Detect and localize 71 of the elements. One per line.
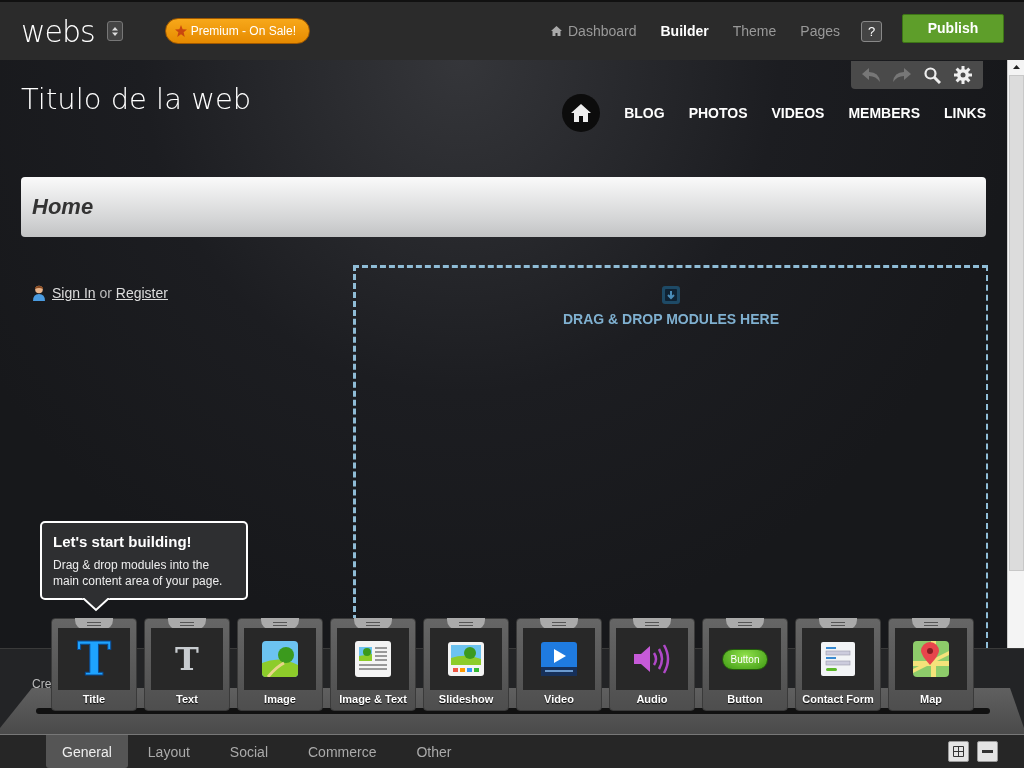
nav-tab[interactable]: Builder <box>660 23 709 39</box>
module-tile[interactable]: T Text <box>144 618 230 711</box>
module-label: Title <box>82 693 106 705</box>
site-title: Titulo de la web <box>21 82 252 116</box>
star-icon <box>174 25 187 37</box>
tooltip-text: Drag & drop modules into the main content area of your page. <box>53 557 224 589</box>
category-tab[interactable]: Social <box>209 735 288 768</box>
module-label: Button <box>727 693 763 705</box>
module-label: Map <box>920 693 942 705</box>
speaker-icon <box>632 643 672 675</box>
module-tile[interactable]: T Title <box>51 618 137 711</box>
scrollbar-thumb[interactable] <box>1008 75 1024 571</box>
user-icon <box>32 285 46 301</box>
nav-tab[interactable]: Theme <box>732 23 777 39</box>
search-icon[interactable] <box>924 66 942 84</box>
category-tab[interactable]: General <box>46 735 128 768</box>
module-label: Contact Form <box>802 693 874 705</box>
page-heading-banner: Home <box>21 177 986 237</box>
register-link[interactable]: Register <box>115 285 168 301</box>
tooltip-title: Let's start building! <box>53 533 193 550</box>
help-button[interactable]: ? <box>861 20 882 42</box>
home-icon <box>551 26 562 36</box>
scrollbar[interactable] <box>1007 60 1024 648</box>
module-tile[interactable]: Button Button <box>702 618 788 711</box>
category-tab[interactable]: Commerce <box>288 735 397 768</box>
module-label: Video <box>544 693 574 705</box>
map-pin-icon <box>913 641 949 677</box>
nav-tab[interactable]: Dashboard <box>551 23 637 39</box>
module-label: Slideshow <box>438 693 494 705</box>
category-tab[interactable]: Layout <box>127 735 210 768</box>
sign-in-text: Sign In or Register <box>52 285 168 301</box>
module-label: Text <box>176 693 198 705</box>
collapse-button[interactable] <box>977 741 998 763</box>
settings-icon[interactable] <box>954 66 973 84</box>
module-tile[interactable]: Image <box>237 618 323 711</box>
landscape-image-icon <box>262 641 298 677</box>
contact-form-icon <box>821 642 855 676</box>
drop-target-icon <box>661 285 681 305</box>
webs-logo[interactable]: webs <box>21 13 95 49</box>
menu-link[interactable]: PHOTOS <box>688 105 748 121</box>
module-label: Audio <box>636 693 668 705</box>
category-tab[interactable]: Other <box>396 735 472 768</box>
home-menu-button[interactable] <box>562 94 601 132</box>
menu-link[interactable]: LINKS <box>944 105 986 121</box>
slideshow-icon <box>448 642 484 676</box>
grid-view-button[interactable] <box>948 741 969 763</box>
grid-icon <box>953 746 964 758</box>
minus-icon <box>982 750 993 754</box>
module-tile[interactable]: Video <box>516 618 602 711</box>
footer-text: Cre <box>32 678 52 691</box>
module-tile[interactable]: Audio <box>609 618 695 711</box>
text-module-icon: T <box>175 643 199 675</box>
image-and-text-icon <box>355 641 391 677</box>
module-tile[interactable]: Contact Form <box>795 618 881 711</box>
menu-link[interactable]: VIDEOS <box>771 105 825 121</box>
button-module-icon: Button <box>721 648 769 670</box>
module-label: Image & Text <box>339 693 407 705</box>
menu-link[interactable]: MEMBERS <box>848 105 920 121</box>
module-tile[interactable]: Map <box>888 618 974 711</box>
module-tile[interactable]: Image & Text <box>330 618 416 711</box>
sign-in-link[interactable]: Sign In <box>52 285 96 301</box>
module-label: Image <box>264 693 296 705</box>
video-player-icon <box>541 642 577 676</box>
title-module-icon: T <box>76 636 112 682</box>
module-tile[interactable]: Slideshow <box>423 618 509 711</box>
drop-hint: DRAG & DROP MODULES HERE <box>563 311 779 327</box>
nav-tab[interactable]: Pages <box>800 23 840 39</box>
menu-link[interactable]: BLOG <box>624 105 665 121</box>
up-down-arrows-icon <box>111 26 118 36</box>
home-icon <box>571 104 592 122</box>
site-switcher-button[interactable] <box>106 21 123 41</box>
